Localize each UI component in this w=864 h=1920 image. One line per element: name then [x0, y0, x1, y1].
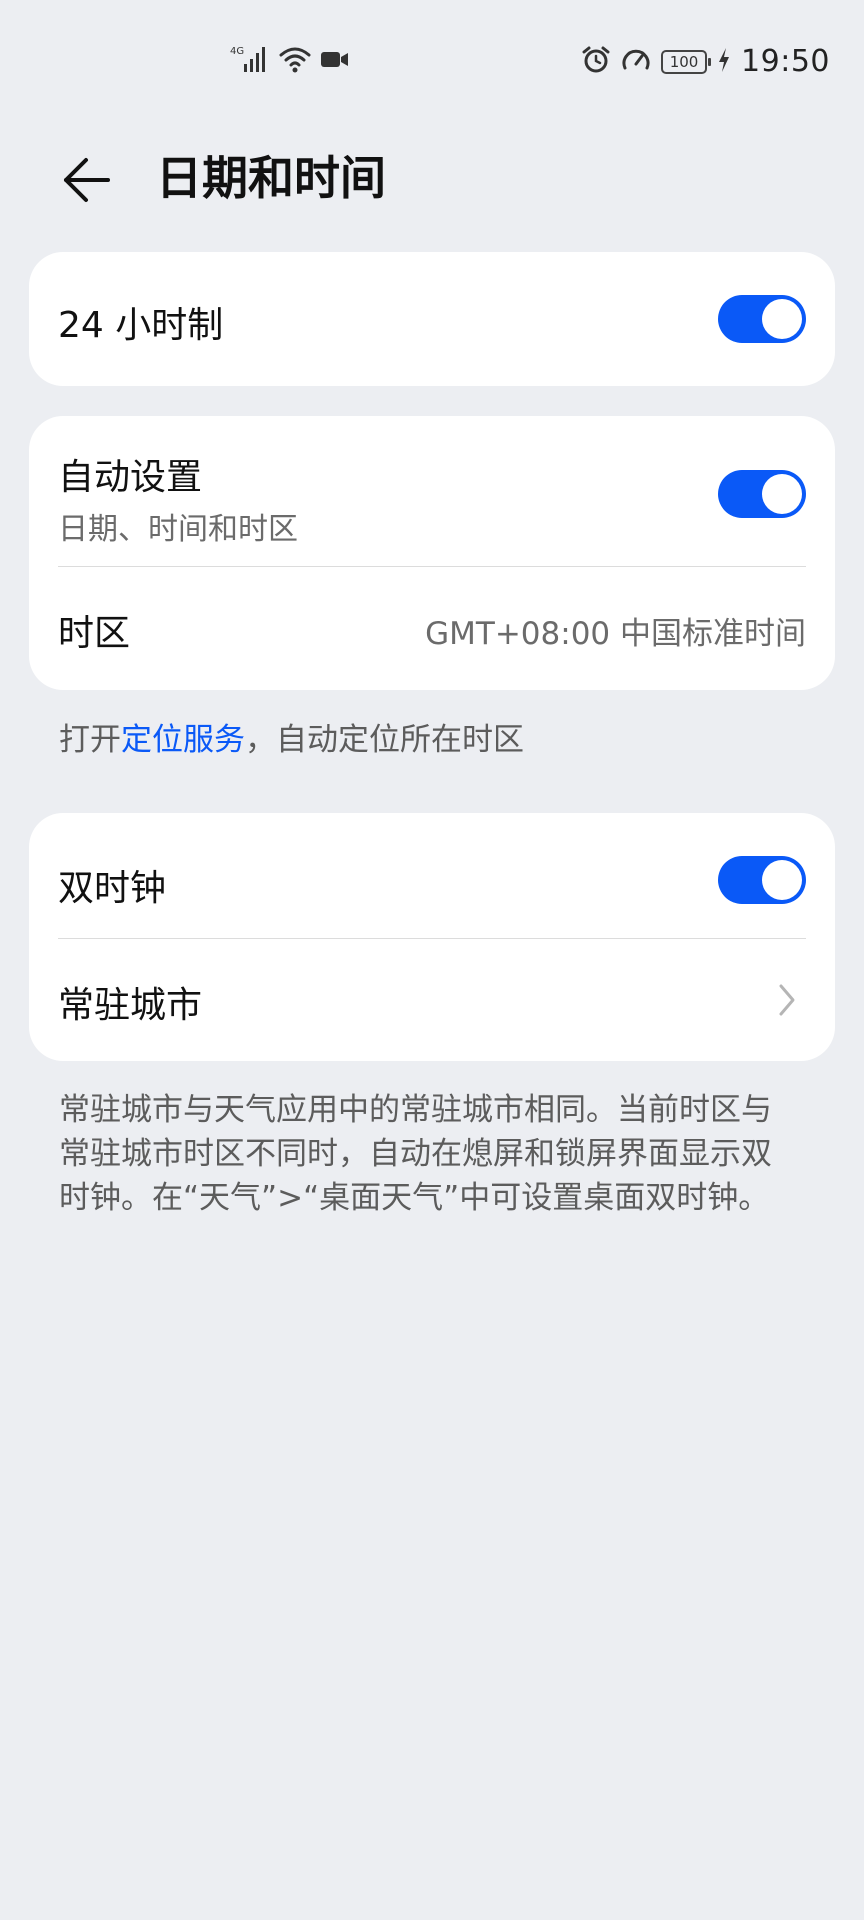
home-city-row[interactable]: 常驻城市	[29, 938, 835, 1061]
dual-clock-label: 双时钟	[58, 868, 167, 909]
auto-settings-sublabel: 日期、时间和时区	[58, 512, 298, 547]
battery-level: 100	[669, 52, 699, 71]
signal-icon: 4G	[230, 44, 270, 78]
wifi-icon	[278, 44, 312, 78]
status-time: 19:50	[741, 44, 830, 79]
timezone-value: GMT+08:00 中国标准时间	[425, 616, 806, 652]
network-type-label: 4G	[230, 46, 244, 57]
auto-settings-row[interactable]: 自动设置 日期、时间和时区	[29, 416, 835, 566]
charging-icon	[717, 47, 731, 77]
location-hint-suffix: ，自动定位所在时区	[245, 722, 524, 758]
back-button[interactable]	[58, 140, 114, 220]
speedometer-icon	[621, 46, 651, 78]
auto-settings-card: 自动设置 日期、时间和时区 时区 GMT+08:00 中国标准时间	[29, 416, 835, 690]
status-bar: 4G 100 19:50	[0, 0, 864, 128]
location-hint-prefix: 打开	[59, 722, 121, 758]
hour24-row[interactable]: 24 小时制	[29, 252, 835, 386]
auto-settings-toggle[interactable]	[718, 470, 806, 518]
dual-clock-card: 双时钟 常驻城市	[29, 813, 835, 1061]
video-icon	[320, 48, 350, 74]
location-service-link[interactable]: 定位服务	[121, 722, 245, 758]
timezone-row[interactable]: 时区 GMT+08:00 中国标准时间	[29, 566, 835, 690]
chevron-right-icon	[779, 984, 795, 1016]
hour24-label: 24 小时制	[58, 305, 224, 346]
dual-clock-description: 常驻城市与天气应用中的常驻城市相同。当前时区与常驻城市时区不同时，自动在熄屏和锁…	[59, 1092, 772, 1216]
timezone-label: 时区	[58, 613, 131, 654]
dual-clock-row[interactable]: 双时钟	[29, 813, 835, 938]
home-city-label: 常驻城市	[58, 985, 203, 1026]
back-arrow-icon	[64, 158, 110, 202]
hour24-card: 24 小时制	[29, 252, 835, 386]
auto-settings-label: 自动设置	[58, 457, 203, 498]
header: 日期和时间	[0, 128, 864, 248]
toggle-knob	[762, 474, 802, 514]
toggle-knob	[762, 299, 802, 339]
dual-clock-toggle[interactable]	[718, 856, 806, 904]
toggle-knob	[762, 860, 802, 900]
location-hint: 打开定位服务，自动定位所在时区	[59, 714, 524, 759]
status-right: 100 19:50	[581, 44, 830, 79]
alarm-icon	[581, 45, 611, 79]
page-title: 日期和时间	[156, 151, 386, 205]
status-left: 4G	[230, 44, 350, 78]
hour24-toggle[interactable]	[718, 295, 806, 343]
battery-icon: 100	[661, 49, 712, 74]
